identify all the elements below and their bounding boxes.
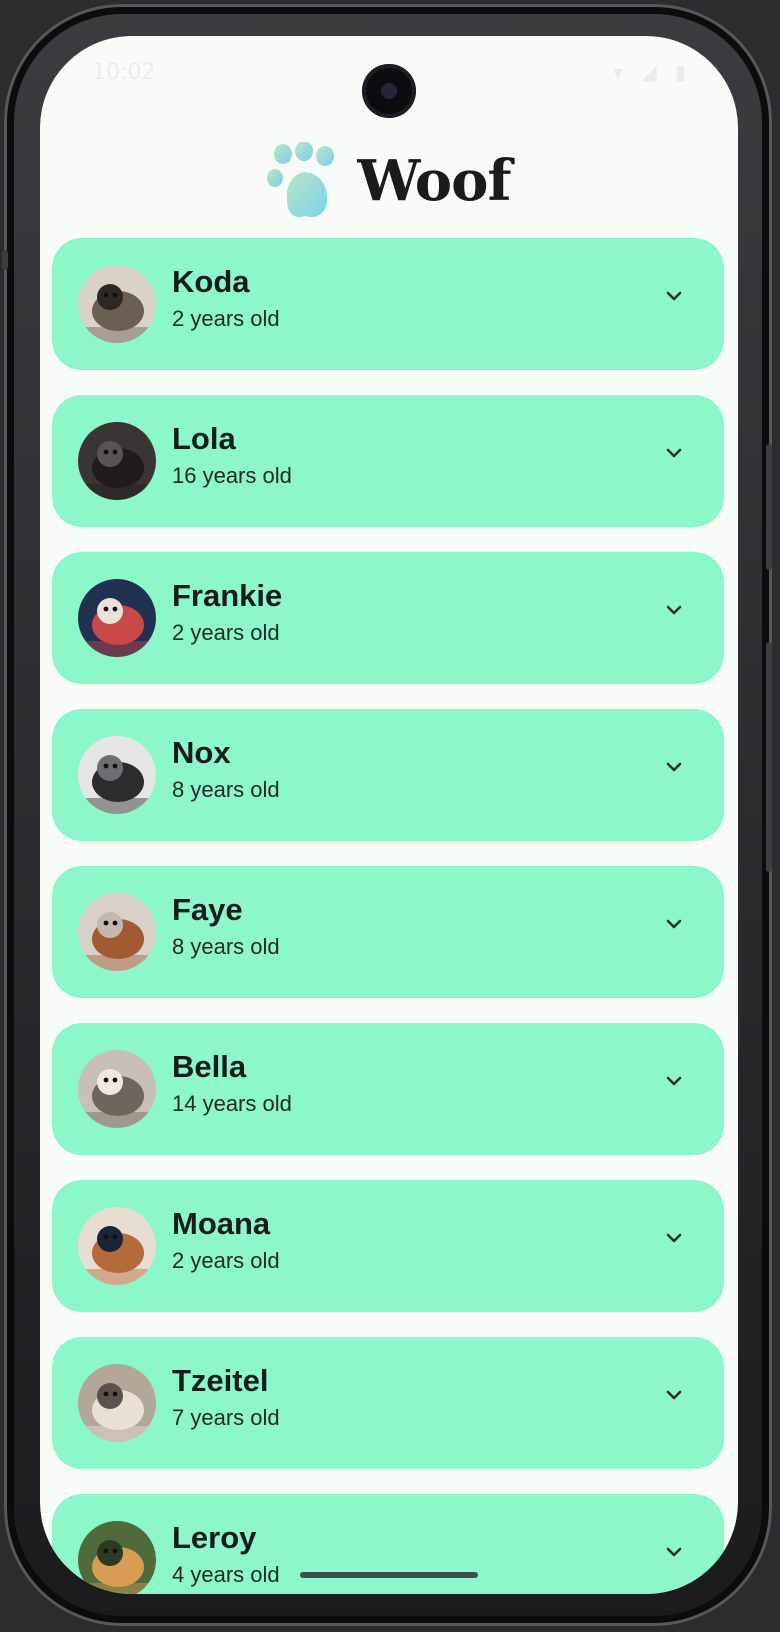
dog-name: Bella [172, 1049, 247, 1084]
dog-age: 8 years old [172, 934, 280, 959]
dog-name: Nox [172, 735, 231, 770]
dog-name: Tzeitel [172, 1363, 269, 1398]
dog-age: 16 years old [172, 463, 292, 488]
volume-button [766, 444, 772, 570]
dog-card[interactable]: Koda 2 years old [52, 238, 724, 370]
app-title: Woof [357, 148, 511, 214]
expand-button[interactable] [650, 429, 698, 477]
expand-button[interactable] [650, 1371, 698, 1419]
gesture-handle[interactable] [300, 1572, 478, 1578]
dog-card[interactable]: Nox 8 years old [52, 709, 724, 841]
black-dog-photo [78, 422, 156, 500]
power-button [766, 642, 772, 872]
paw-icon [267, 142, 335, 218]
dog-name: Faye [172, 892, 243, 927]
dog-name: Moana [172, 1206, 271, 1241]
chevron-down-icon [666, 1547, 682, 1557]
dog-card[interactable]: Faye 8 years old [52, 866, 724, 998]
dog-name: Koda [172, 264, 250, 299]
dog-list: Koda 2 years old Lola 16 years old Frank… [52, 238, 726, 1594]
chevron-down-icon [666, 605, 682, 615]
husky-dog-photo [78, 265, 156, 343]
dog-age: 14 years old [172, 1091, 292, 1116]
expand-button[interactable] [650, 272, 698, 320]
dog-card[interactable]: Frankie 2 years old [52, 552, 724, 684]
chevron-down-icon [666, 919, 682, 929]
dog-card[interactable]: Bella 14 years old [52, 1023, 724, 1155]
chevron-down-icon [666, 1233, 682, 1243]
tan-dog-photo [78, 1364, 156, 1442]
dark-dog-photo [78, 736, 156, 814]
dog-age: 2 years old [172, 1248, 280, 1273]
dog-card[interactable]: Moana 2 years old [52, 1180, 724, 1312]
dog-card[interactable]: Lola 16 years old [52, 395, 724, 527]
camera-cutout [362, 64, 416, 118]
chevron-down-icon [666, 1076, 682, 1086]
expand-button[interactable] [650, 900, 698, 948]
chevron-down-icon [666, 448, 682, 458]
dog-name: Lola [172, 421, 236, 456]
app-header: Woof [40, 126, 738, 236]
dog-age: 2 years old [172, 306, 280, 331]
expand-button[interactable] [650, 1214, 698, 1262]
expand-button[interactable] [650, 1057, 698, 1105]
status-icons: ▾ ◢ ▮ [612, 60, 692, 84]
chevron-down-icon [666, 762, 682, 772]
expand-button[interactable] [650, 586, 698, 634]
corgi-grass-photo [78, 1521, 156, 1594]
expand-button[interactable] [650, 743, 698, 791]
status-time: 10:02 [92, 60, 156, 85]
dog-age: 4 years old [172, 1562, 280, 1587]
dog-age: 2 years old [172, 620, 280, 645]
chevron-down-icon [666, 291, 682, 301]
dog-card[interactable]: Tzeitel 7 years old [52, 1337, 724, 1469]
puppy-on-carpet-photo [78, 893, 156, 971]
dog-age: 7 years old [172, 1405, 280, 1430]
dog-card[interactable]: Leroy 4 years old [52, 1494, 724, 1594]
white-dog-photo [78, 1050, 156, 1128]
expand-button[interactable] [650, 1528, 698, 1576]
small-dog-photo [78, 579, 156, 657]
chevron-down-icon [666, 1390, 682, 1400]
dog-age: 8 years old [172, 777, 280, 802]
left-button [2, 250, 8, 270]
dog-name: Leroy [172, 1520, 257, 1555]
app-screen: 10:02 ▾ ◢ ▮ Woof Koda 2 years old Lola 1… [40, 36, 738, 1594]
dog-name: Frankie [172, 578, 283, 613]
corgi-blanket-photo [78, 1207, 156, 1285]
